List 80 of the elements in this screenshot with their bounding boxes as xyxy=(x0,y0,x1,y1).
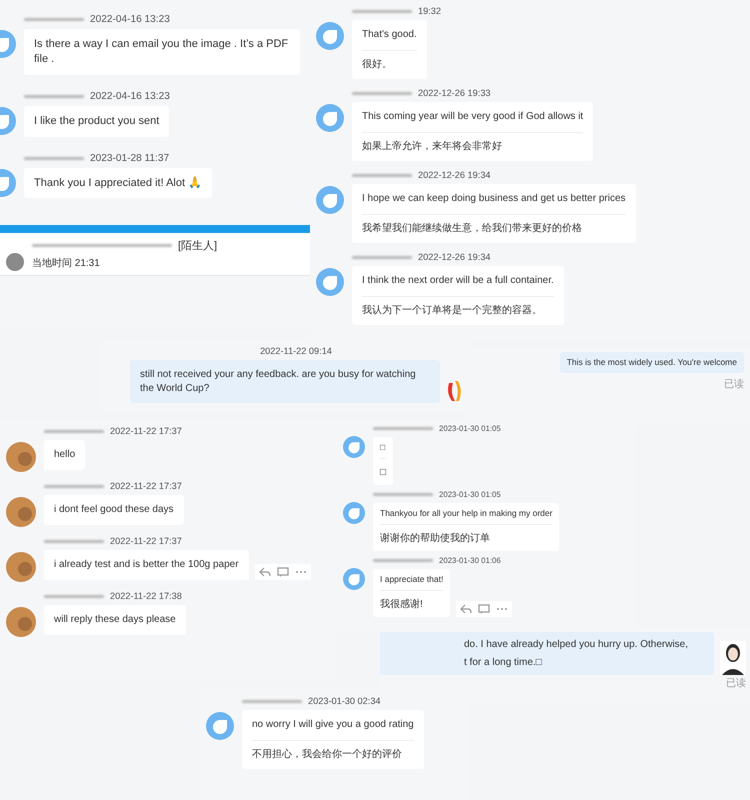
avatar-icon xyxy=(316,186,344,214)
message-text: Is there a way I can email you the image . It’s a PDF file . xyxy=(34,37,290,67)
blurred-name xyxy=(352,174,412,176)
message-text: This is the most widely used. You're welcome xyxy=(566,357,737,368)
message-text: Thankyou for all your help in making my order xyxy=(380,508,552,520)
message-time: 2022-11-22 17:37 xyxy=(110,536,182,546)
translation-text: 很好。 xyxy=(362,50,417,71)
blurred-name xyxy=(373,558,433,562)
translation-text: 我希望我们能继续做生意，给我们带来更好的价格 xyxy=(362,214,626,235)
message-time: 2022-12-26 19:33 xyxy=(418,88,491,98)
message-text: I hope we can keep doing business and get us better prices xyxy=(362,192,626,206)
translation-text: 我很感谢! xyxy=(380,590,444,612)
blurred-name xyxy=(242,700,302,702)
blurred-name xyxy=(373,492,433,496)
blurred-name xyxy=(352,256,412,258)
avatar-icon xyxy=(6,552,36,582)
translation-text: □ xyxy=(380,458,386,480)
blurred-name xyxy=(44,540,104,542)
comment-icon xyxy=(276,566,289,576)
message-text: I think the next order will be a full container. xyxy=(362,274,554,288)
message-time: 2022-11-22 09:14 xyxy=(260,346,332,356)
message-time: 2022-11-22 17:38 xyxy=(110,591,182,601)
message-text: i already test and is better the 100g paper xyxy=(54,558,239,572)
translation-text: 如果上帝允许，来年将会非常好 xyxy=(362,132,584,153)
contact-tag: [陌生人] xyxy=(178,238,218,253)
read-receipt: 已读 xyxy=(726,676,746,690)
message-text: That's good. xyxy=(362,28,417,42)
message-time: 19:32 xyxy=(418,6,441,16)
message-time: 2022-04-16 13:23 xyxy=(90,14,170,25)
message-text: hello xyxy=(54,448,76,462)
avatar-icon xyxy=(316,268,344,296)
blurred-name xyxy=(373,427,433,430)
message-text: will reply these days please xyxy=(54,613,176,626)
message-text: still not received your any feedback. are you busy for watching the World Cup? xyxy=(140,368,417,395)
blurred-name xyxy=(24,94,84,98)
message-time: 2022-04-16 13:23 xyxy=(90,90,170,102)
message-text: I appreciate that! xyxy=(380,574,444,586)
avatar-icon xyxy=(316,22,344,50)
blurred-name xyxy=(352,10,412,12)
blurred-name xyxy=(24,18,84,21)
blurred-name xyxy=(352,92,412,94)
avatar-icon xyxy=(316,104,344,132)
avatar-icon xyxy=(343,568,365,590)
avatar-icon xyxy=(6,607,36,637)
blurred-name xyxy=(24,156,84,160)
message-text: i dont feel good these days xyxy=(54,503,174,516)
avatar-icon xyxy=(720,641,746,675)
more-icon xyxy=(496,606,508,611)
message-time: 2022-12-26 19:34 xyxy=(418,252,491,262)
message-text: This coming year will be very good if God allows it xyxy=(362,110,584,124)
avatar-icon xyxy=(6,442,36,472)
reply-icon xyxy=(460,604,472,614)
message-time: 2022-11-22 17:37 xyxy=(110,481,182,491)
message-time: 2022-11-22 17:37 xyxy=(110,426,182,436)
message-time: 2023-01-28 11:37 xyxy=(90,152,170,164)
comment-icon xyxy=(478,604,490,614)
message-time: 2023-01-30 02:34 xyxy=(308,696,381,706)
message-text: □ xyxy=(380,442,386,454)
avatar-icon xyxy=(6,497,36,527)
more-icon xyxy=(294,570,307,574)
avatar-icon xyxy=(343,436,365,458)
translation-text: 我认为下一个订单将是一个完整的容器。 xyxy=(362,296,554,317)
logo-icon xyxy=(446,379,462,403)
message-text: do. I have already helped you hurry up. Otherwise, xyxy=(464,638,690,652)
message-time: 2022-12-26 19:34 xyxy=(418,170,491,180)
message-text: no worry I will give you a good rating xyxy=(252,718,414,732)
reply-icon xyxy=(258,566,271,576)
blurred-name xyxy=(44,430,104,432)
message-text: I like the product you sent xyxy=(34,114,160,129)
local-time: 当地时间 21:31 xyxy=(32,256,101,270)
read-receipt: 已读 xyxy=(724,378,744,392)
translation-text: t for a long time.□ xyxy=(464,656,543,669)
avatar-icon xyxy=(206,712,234,740)
avatar-icon xyxy=(343,502,365,524)
message-text: Thank you I appreciated it! Alot 🙏 xyxy=(34,176,202,190)
translation-text: 谢谢你的帮助使我的订单 xyxy=(380,524,552,546)
blurred-name xyxy=(44,484,104,488)
translation-text: 不用担心，我会给你一个好的评价 xyxy=(252,740,414,761)
blurred-name xyxy=(44,594,104,598)
avatar-icon xyxy=(6,253,24,271)
